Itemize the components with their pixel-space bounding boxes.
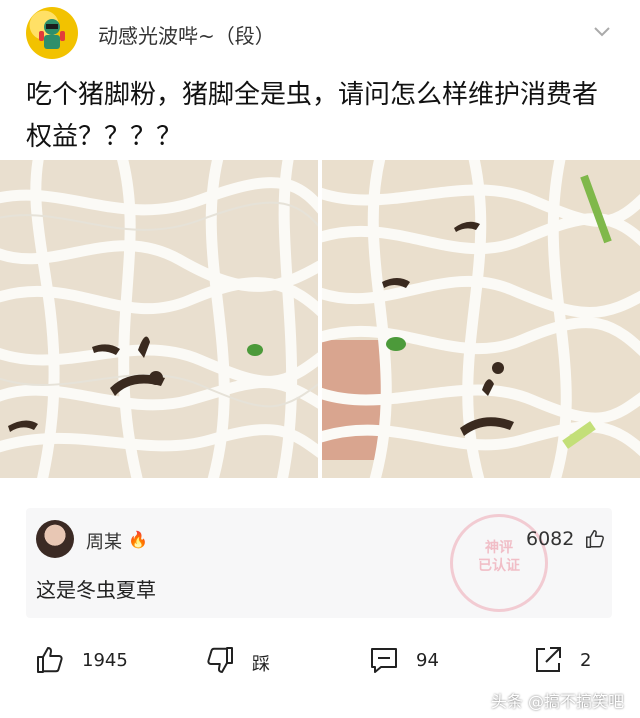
commenter-name[interactable]: 周某 [86,528,122,554]
post-image-left[interactable] [0,160,318,478]
post-image-right[interactable] [322,160,640,478]
noodle-photo-icon [322,160,640,478]
thumbs-down-icon [207,647,233,673]
comment-like-count: 6082 [526,528,575,550]
stamp-line1: 神评 [485,540,513,556]
dislike-label: 踩 [252,654,270,675]
share-count: 2 [580,650,592,671]
like-count: 1945 [82,650,128,671]
share-icon [536,647,561,672]
comment-text: 这是冬虫夏草 [36,578,156,602]
noodle-photo-icon [0,160,318,478]
post-header: 动感光波哔~（段） [0,0,640,68]
comment-icon [371,648,397,673]
comment-count: 94 [416,650,439,671]
action-bar: 1945 踩 94 2 [0,638,640,682]
thumbs-up-icon[interactable] [584,528,606,550]
post-images [0,160,640,478]
user-avatar[interactable] [26,7,78,59]
post-text: 吃个猪脚粉，猪脚全是虫，请问怎么样维护消费者权益？？？？ [26,80,599,152]
commenter-avatar[interactable] [36,520,74,558]
stamp-line2: 已认证 [478,558,520,574]
top-comment-card: 周某 🔥 这是冬虫夏草 神评 已认证 6082 [26,508,612,618]
thumbs-up-icon [37,647,63,673]
username[interactable]: 动感光波哔~（段） [98,20,275,49]
cartoon-avatar-icon [39,19,65,49]
watermark: 头条 @搞不搞笑吧 [490,692,624,711]
chevron-down-icon[interactable] [592,24,612,38]
fire-badge-icon: 🔥 [128,530,148,549]
